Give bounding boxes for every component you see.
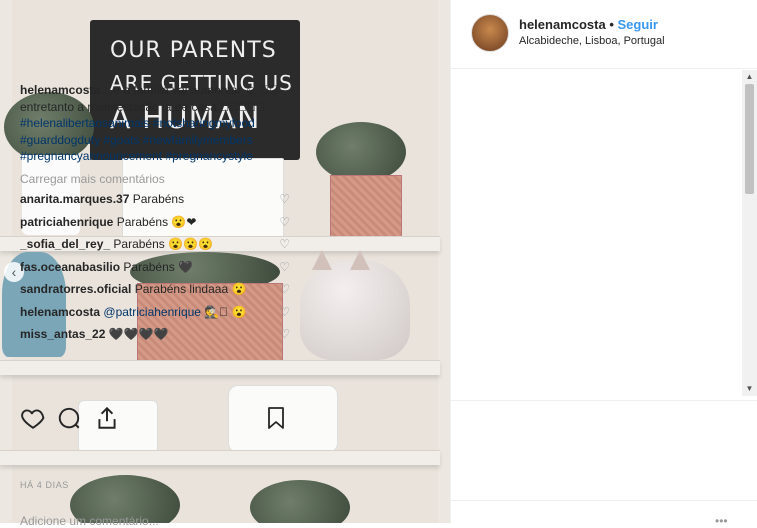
separator-dot: • [609,17,614,32]
hashtag[interactable]: #helenalibertaosanimais [20,116,149,130]
hashtag[interactable]: #newfamilymembers [143,133,253,147]
hashtag[interactable]: #guarddogduty [20,133,100,147]
comment-text: 🖤🖤🖤🖤 [108,327,169,341]
cat-ear-left [312,250,332,270]
save-button[interactable] [264,405,292,433]
header-divider [451,68,757,69]
share-icon [98,406,116,429]
comments-scrollbar[interactable]: ▲ ▼ [742,70,757,396]
more-options-icon[interactable]: ••• [715,514,728,528]
caption: helenamcosta ...e a família vai aumentar… [20,82,290,165]
comment: helenamcosta @patriciahenrique 🕵󾓦 😮 ♡ [20,304,290,321]
comment-mention[interactable]: @patriciahenrique [103,305,201,319]
comment-icon [58,407,80,429]
comment-text: 🕵󾓦 😮 [204,304,247,319]
shelf-side-right [438,0,450,523]
plant-right [316,122,406,182]
like-comment-heart-icon[interactable]: ♡ [279,214,290,231]
scroll-up-arrow-icon[interactable]: ▲ [742,70,757,84]
comment: fas.oceanabasilio Parabéns 🖤 ♡ [20,259,290,276]
like-comment-heart-icon[interactable]: ♡ [279,326,290,343]
hashtag[interactable]: #goats [103,133,139,147]
share-button[interactable] [94,405,122,433]
footer-divider [451,500,757,501]
like-comment-heart-icon[interactable]: ♡ [279,304,290,321]
comment-username[interactable]: miss_antas_22 [20,327,105,341]
comment: miss_antas_22 🖤🖤🖤🖤 ♡ [20,326,290,343]
location-link[interactable]: Alcabideche, Lisboa, Portugal [519,35,665,47]
scrollbar-thumb[interactable] [745,84,754,194]
comments-list[interactable]: helenamcosta ...e a família vai aumentar… [20,82,290,398]
heart-icon [21,409,45,429]
bookmark-icon [268,407,284,429]
comment: sandratorres.oficial Parabéns lindaaa 😮 … [20,281,290,298]
cat [300,260,410,360]
add-comment-input[interactable]: Adicione um comentário... [20,514,159,528]
like-comment-heart-icon[interactable]: ♡ [279,259,290,276]
comment-username[interactable]: _sofia_del_rey_ [20,237,110,251]
comment-username[interactable]: sandratorres.oficial [20,282,131,296]
post-sidebar: helenamcosta • Seguir Alcabideche, Lisbo… [450,0,757,523]
post-actions [20,405,290,437]
comment-text: Parabéns lindaaa 😮 [134,282,247,296]
comment-text: Parabéns [132,192,185,206]
hashtag[interactable]: #notsharingmyfood [153,116,255,130]
comment-text: Parabéns 😮😮😮 [113,237,213,251]
comment: patriciahenrique Parabéns 😮❤ ♡ [20,214,290,231]
follow-button[interactable]: Seguir [618,17,658,32]
like-button[interactable] [20,405,48,433]
comment-text: Parabéns 😮❤ [116,214,197,229]
chalkboard-line-1: OUR PARENTS [110,38,277,63]
comment-username[interactable]: fas.oceanabasilio [20,260,120,274]
like-comment-heart-icon[interactable]: ♡ [279,281,290,298]
avatar[interactable] [471,14,509,52]
comment-username[interactable]: anarita.marques.37 [20,192,129,206]
actions-divider [451,400,757,401]
comment-button[interactable] [56,405,84,433]
basket-top [330,175,402,239]
chevron-left-icon: ‹ [11,264,17,280]
comment: anarita.marques.37 Parabéns ♡ [20,191,290,208]
shelf-3 [0,450,440,465]
cat-ear-right [350,250,370,270]
comment: _sofia_del_rey_ Parabéns 😮😮😮 ♡ [20,236,290,253]
hashtag[interactable]: #pregnancyannouncement [20,149,162,163]
header-username[interactable]: helenamcosta [519,17,606,32]
comment-username[interactable]: helenamcosta [20,305,100,319]
scroll-down-arrow-icon[interactable]: ▼ [742,382,757,396]
comment-username[interactable]: patriciahenrique [20,215,113,229]
like-comment-heart-icon[interactable]: ♡ [279,191,290,208]
header-username-row: helenamcosta • Seguir [519,17,658,32]
comment-text: Parabéns 🖤 [123,259,194,274]
load-more-comments-button[interactable]: Carregar mais comentários [20,171,290,188]
post-timestamp: HÁ 4 DIAS [20,480,69,490]
caption-username[interactable]: helenamcosta [20,83,100,97]
hashtag[interactable]: #pregnancystyle [165,149,252,163]
plant-bottom-right [250,480,350,523]
post-header: helenamcosta • Seguir Alcabideche, Lisbo… [471,14,741,54]
like-comment-heart-icon[interactable]: ♡ [279,236,290,253]
